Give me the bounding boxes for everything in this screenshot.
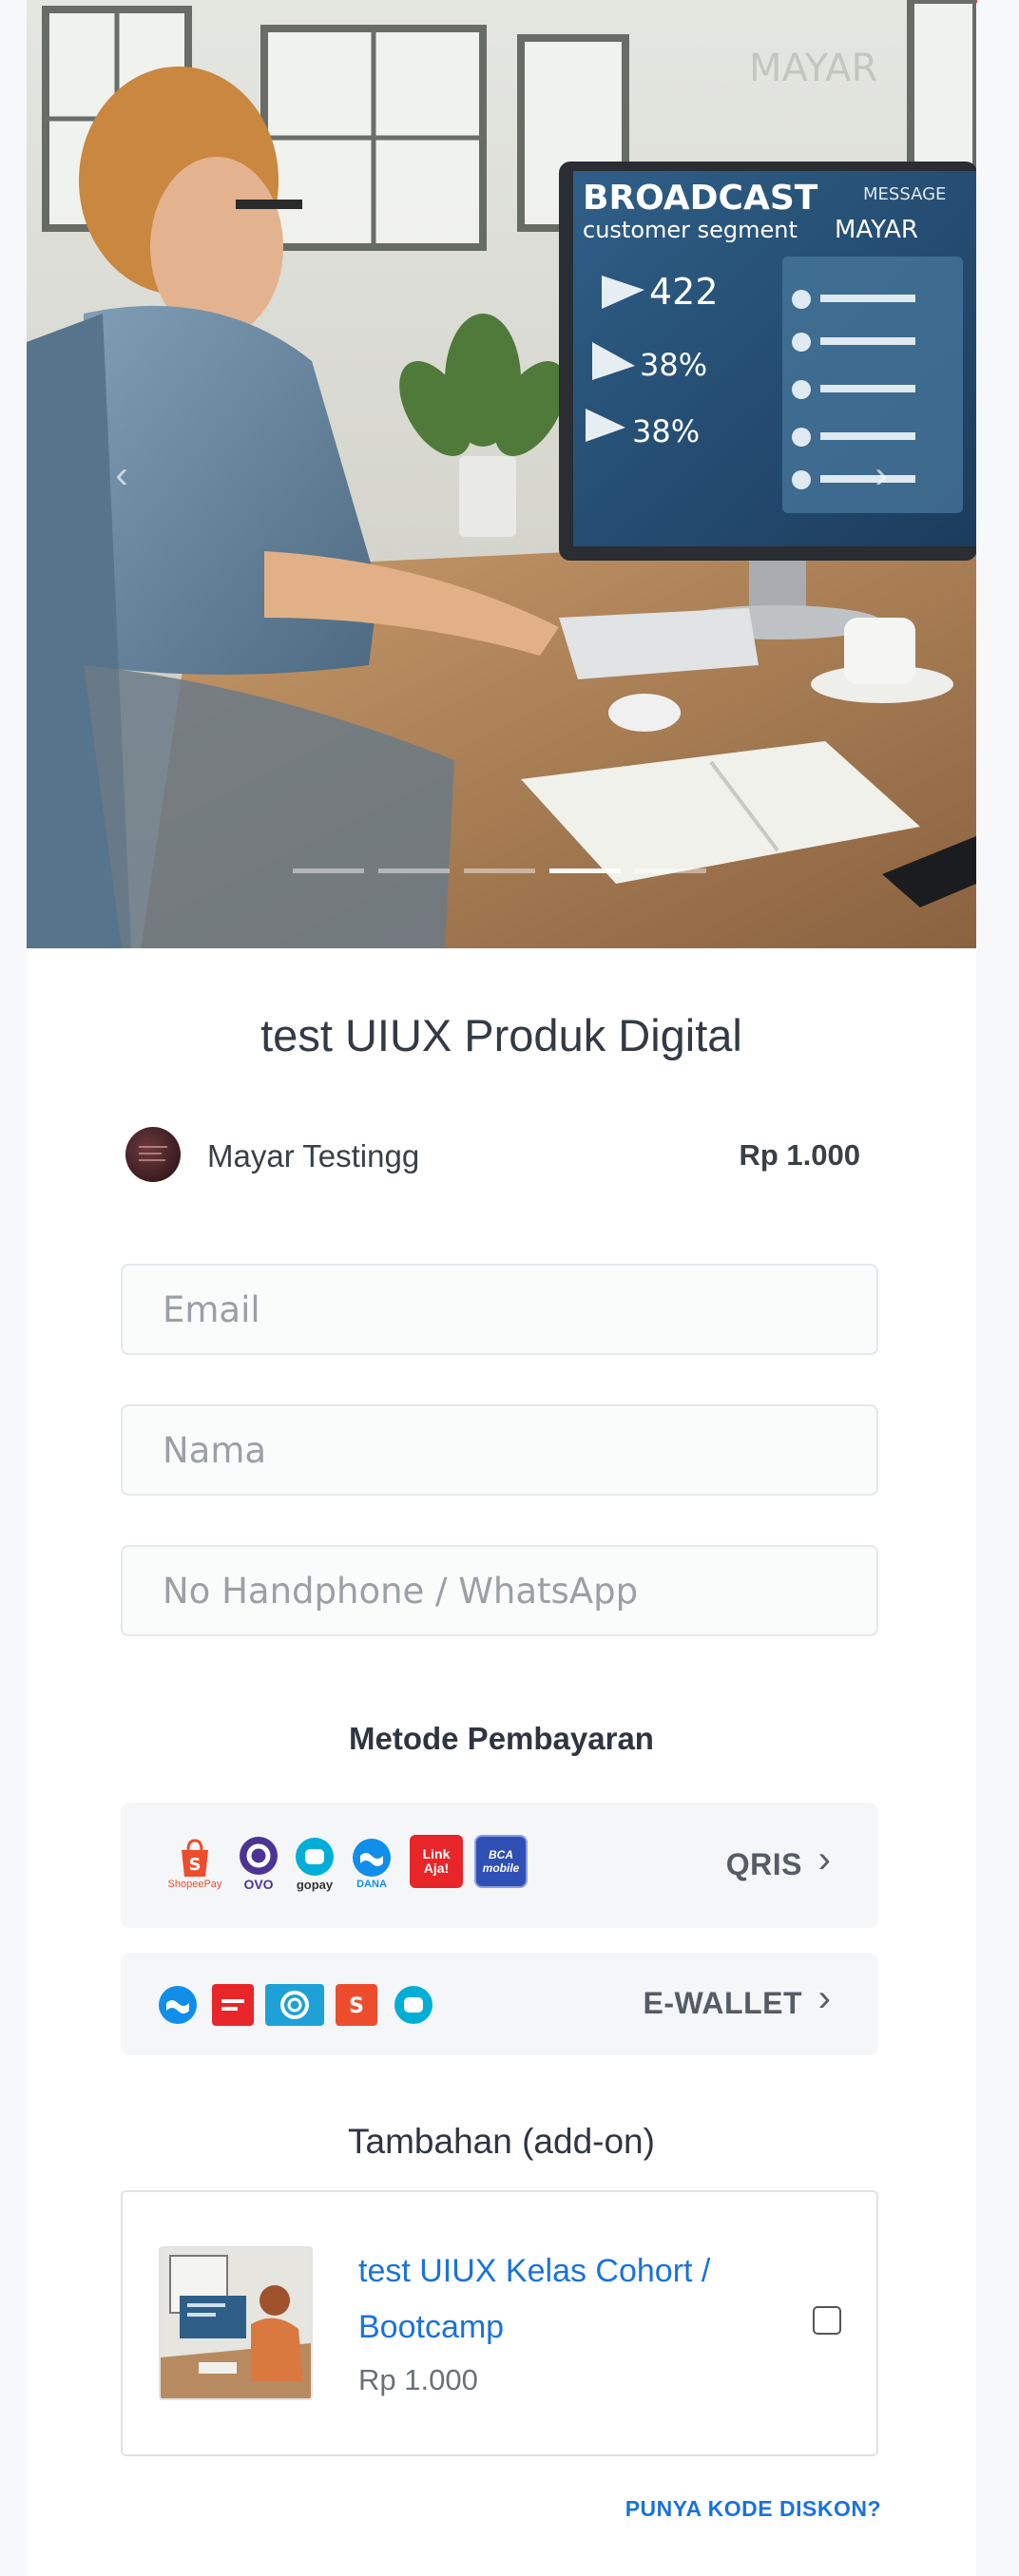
bca-caption: BCA mobile	[482, 1848, 520, 1875]
product-price: Rp 1.000	[739, 1138, 860, 1172]
svg-text:S: S	[349, 1994, 364, 2018]
screen-stat: 422	[649, 271, 719, 313]
payment-option-qris[interactable]: S ShopeePay OVO gopay DANA Link Aja! BCA…	[121, 1803, 878, 1928]
wall-brand-text: MAYAR	[749, 47, 877, 90]
linkaja-icon: Link Aja!	[410, 1835, 463, 1888]
chevron-right-icon: ›	[875, 454, 888, 496]
product-image-carousel[interactable]: MAYAR BROADCAST customer segment MESSAGE…	[27, 0, 976, 948]
chevron-right-icon: ›	[817, 1977, 831, 2019]
linkaja-caption: Link Aja!	[422, 1846, 451, 1876]
product-title: test UIUX Produk Digital	[260, 1010, 742, 1060]
email-input[interactable]	[123, 1266, 876, 1353]
addon-name-link[interactable]: test UIUX Kelas Cohort / Bootcamp	[358, 2243, 758, 2356]
seller-avatar	[125, 1127, 181, 1182]
screen-subheading: customer segment	[583, 217, 798, 243]
carousel-next-button[interactable]: ›	[862, 447, 900, 504]
seller-row: Mayar Testingg Rp 1.000	[125, 1127, 860, 1184]
carousel-indicator[interactable]	[378, 868, 450, 873]
addon-item[interactable]: test UIUX Kelas Cohort / Bootcamp Rp 1.0…	[121, 2190, 878, 2456]
gopay-icon	[393, 1984, 434, 2026]
shopeepay-icon: S	[336, 1984, 377, 2026]
carousel-indicator[interactable]	[635, 868, 706, 873]
seller-name: Mayar Testingg	[207, 1138, 420, 1174]
payment-section-title: Metode Pembayaran	[349, 1721, 654, 1756]
carousel-indicator-active[interactable]	[549, 868, 621, 873]
screen-stat: 38%	[632, 413, 700, 449]
phone-input[interactable]	[123, 1547, 876, 1634]
carousel-indicator[interactable]	[293, 868, 364, 873]
screen-heading: BROADCAST	[583, 179, 818, 218]
screen-stat: 38%	[640, 347, 707, 383]
addon-price: Rp 1.000	[358, 2363, 478, 2396]
screen-side-title: MESSAGE	[863, 184, 946, 204]
name-field[interactable]	[121, 1404, 878, 1496]
checkout-card: MAYAR BROADCAST customer segment MESSAGE…	[27, 0, 976, 2576]
svg-text:S: S	[189, 1855, 202, 1875]
ovo-icon	[265, 1984, 324, 2026]
carousel-indicator[interactable]	[464, 868, 535, 873]
addon-thumbnail	[159, 2246, 313, 2400]
addon-section-title: Tambahan (add-on)	[348, 2122, 655, 2161]
shopeepay-caption: ShopeePay	[167, 1879, 222, 1890]
product-hero-illustration: MAYAR BROADCAST customer segment MESSAGE…	[27, 0, 976, 948]
ewallet-label: E-WALLET	[643, 1986, 802, 2020]
payment-option-ewallet[interactable]: S E-WALLET ›	[121, 1953, 878, 2055]
ovo-caption: OVO	[243, 1877, 274, 1892]
discount-code-link[interactable]: PUNYA KODE DISKON?	[625, 2496, 881, 2522]
linkaja-icon	[212, 1984, 254, 2026]
addon-checkbox[interactable]	[813, 2306, 841, 2335]
name-input[interactable]	[123, 1406, 876, 1494]
gopay-icon: gopay	[288, 1831, 341, 1896]
dana-icon	[157, 1984, 199, 2026]
dana-caption: DANA	[356, 1879, 387, 1890]
shopeepay-icon: S ShopeePay	[166, 1831, 223, 1896]
gopay-caption: gopay	[296, 1877, 334, 1892]
dana-icon: DANA	[345, 1831, 398, 1896]
chevron-left-icon: ‹	[115, 454, 128, 496]
chevron-right-icon: ›	[817, 1839, 831, 1880]
bca-mobile-icon: BCA mobile	[474, 1835, 528, 1888]
qris-label: QRIS	[725, 1847, 802, 1881]
carousel-indicators	[293, 868, 706, 873]
phone-field[interactable]	[121, 1545, 878, 1636]
screen-brand: MAYAR	[835, 216, 918, 244]
email-field[interactable]	[121, 1264, 878, 1355]
ovo-icon: OVO	[235, 1831, 282, 1896]
carousel-prev-button[interactable]: ‹	[103, 447, 141, 504]
